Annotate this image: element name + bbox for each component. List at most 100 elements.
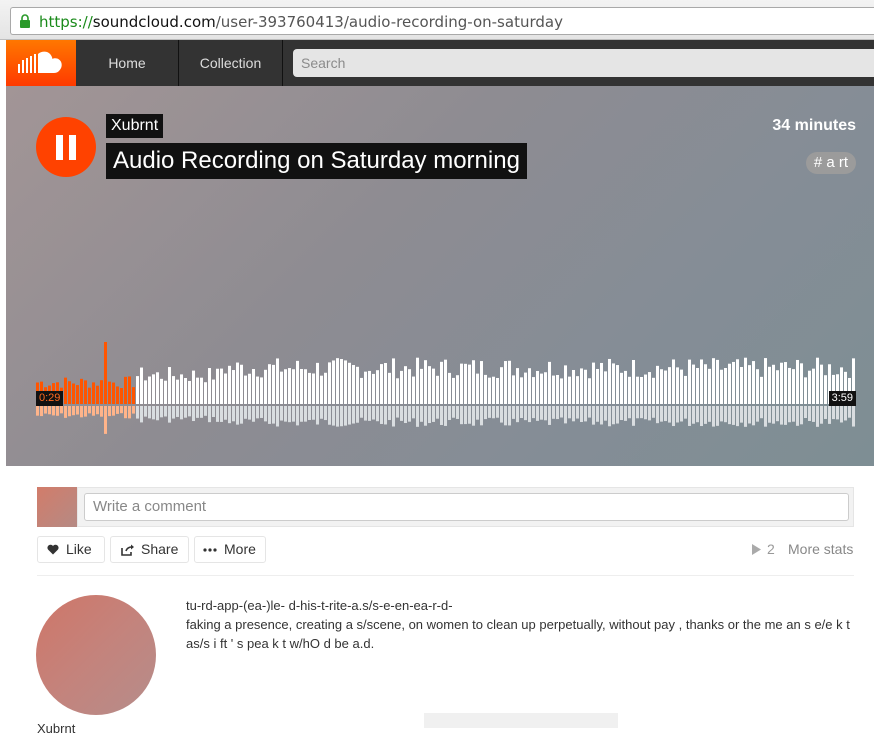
waveform-reflection [680, 406, 683, 422]
like-button[interactable]: Like [37, 536, 105, 563]
waveform-reflection [536, 406, 539, 421]
waveform-bar [592, 362, 595, 404]
share-button[interactable]: Share [110, 536, 189, 563]
nav-home[interactable]: Home [76, 40, 179, 86]
waveform-reflection [232, 406, 235, 422]
waveform-bar [648, 372, 651, 404]
waveform-bar [332, 360, 335, 404]
waveform-reflection [280, 406, 283, 421]
comment-input[interactable]: Write a comment [84, 493, 849, 521]
nav-collection[interactable]: Collection [179, 40, 283, 86]
uploader-name[interactable]: Xubrnt [37, 721, 75, 736]
waveform-bar [720, 369, 723, 404]
waveform-bar [756, 369, 759, 404]
waveform-bar [68, 381, 71, 404]
waveform-bar [496, 377, 499, 404]
commenter-avatar [37, 487, 77, 527]
waveform-reflection [616, 406, 619, 424]
waveform-reflection [768, 406, 771, 423]
waveform-bar [192, 370, 195, 404]
waveform-reflection [840, 406, 843, 423]
waveform-bar [244, 375, 247, 404]
waveform-reflection [104, 406, 107, 434]
waveform-reflection [72, 406, 75, 416]
more-label: More [224, 541, 256, 557]
waveform-reflection [376, 406, 379, 422]
more-stats-link[interactable]: More stats [788, 541, 853, 557]
waveform-bar [740, 367, 743, 404]
waveform-reflection [720, 406, 723, 422]
waveform-bar [752, 361, 755, 404]
waveform-reflection [132, 406, 135, 414]
waveform-bar [76, 385, 79, 404]
waveform-bar [812, 368, 815, 404]
waveform-reflection [136, 406, 139, 419]
waveform-reflection [316, 406, 319, 425]
uploader-avatar[interactable] [36, 595, 156, 715]
waveform-bar [124, 376, 127, 404]
waveform-reflection [148, 406, 151, 419]
genre-tag[interactable]: # a rt [805, 152, 856, 174]
waveform-bar [152, 374, 155, 404]
waveform-reflection [248, 406, 251, 420]
waveform-bar [376, 370, 379, 404]
waveform-reflection [708, 406, 711, 422]
share-icon [121, 544, 134, 556]
more-button[interactable]: More [194, 536, 266, 563]
waveform-reflection [492, 406, 495, 419]
waveform-bar [804, 377, 807, 404]
waveform-reflection [504, 406, 507, 426]
waveform-reflection [48, 406, 51, 415]
waveform-reflection [252, 406, 255, 422]
waveform-reflection [128, 406, 131, 419]
waveform-reflection [700, 406, 703, 427]
waveform-reflection [624, 406, 627, 421]
waveform-bar [580, 368, 583, 404]
waveform-reflection [384, 406, 387, 425]
waveform-bar [348, 362, 351, 404]
waveform-reflection [144, 406, 147, 417]
waveform-bar [324, 372, 327, 404]
address-bar[interactable]: https://soundcloud.com/user-393760413/au… [10, 7, 874, 35]
waveform-reflection [520, 406, 523, 418]
waveform-bar [96, 385, 99, 404]
waveform-reflection [664, 406, 667, 422]
waveform-bar [328, 362, 331, 404]
track-hero: Xubrnt Audio Recording on Saturday morni… [6, 86, 874, 466]
waveform-bar [684, 375, 687, 404]
waveform-bar [696, 367, 699, 404]
waveform-reflection [652, 406, 655, 418]
artist-name[interactable]: Xubrnt [106, 114, 164, 138]
waveform-reflection [648, 406, 651, 421]
search-input[interactable]: Search [293, 49, 874, 77]
waveform-reflection [440, 406, 443, 425]
waveform-bar [320, 375, 323, 404]
waveform-bar [472, 360, 475, 404]
waveform-reflection [756, 406, 759, 422]
waveform-reflection [168, 406, 171, 423]
soundcloud-logo-icon[interactable] [6, 40, 76, 86]
waveform-reflection [124, 406, 127, 419]
waveform-bar [208, 368, 211, 404]
waveform[interactable] [36, 336, 856, 436]
waveform-reflection [744, 406, 747, 427]
waveform-reflection [236, 406, 239, 425]
waveform-reflection [632, 406, 635, 426]
waveform-bar [796, 359, 799, 404]
waveform-reflection [792, 406, 795, 422]
waveform-reflection [412, 406, 415, 419]
waveform-bar [168, 367, 171, 404]
waveform-bar [528, 368, 531, 404]
waveform-bar [88, 387, 91, 404]
waveform-reflection [572, 406, 575, 422]
waveform-reflection [160, 406, 163, 418]
waveform-bar [400, 370, 403, 404]
waveform-reflection [156, 406, 159, 421]
waveform-bar [184, 378, 187, 404]
pause-button[interactable] [36, 117, 96, 177]
waveform-reflection [336, 406, 339, 427]
waveform-reflection [64, 406, 67, 418]
waveform-reflection [832, 406, 835, 420]
site-header: Home Collection Search [6, 40, 874, 86]
waveform-reflection [804, 406, 807, 418]
